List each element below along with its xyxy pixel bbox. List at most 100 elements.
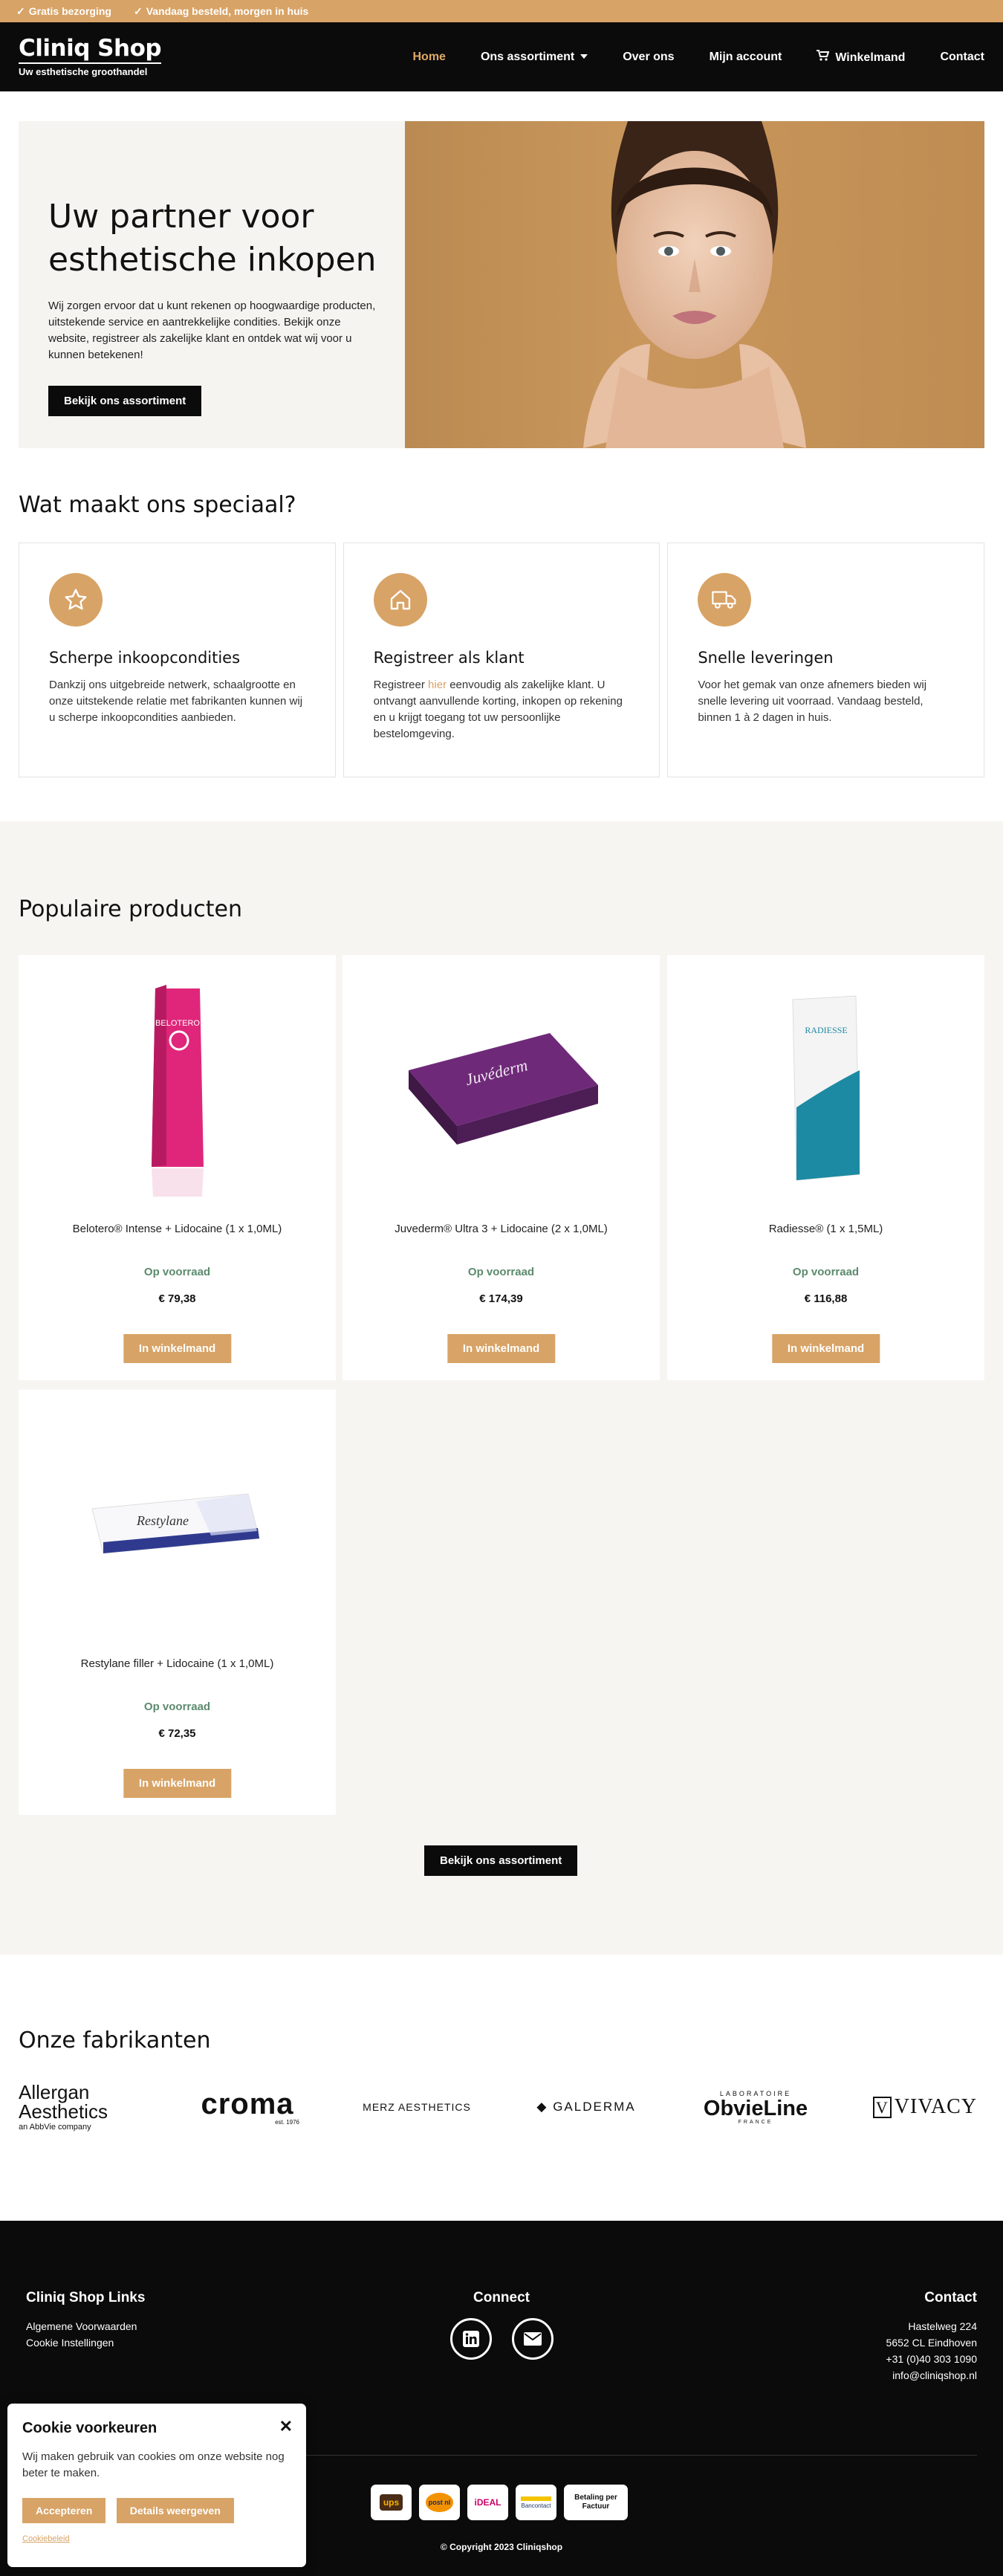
usp-free-delivery: ✓ Gratis bezorging: [16, 4, 111, 17]
checkmark-icon: ✓: [16, 4, 25, 17]
truck-icon: [698, 573, 752, 627]
cookie-text: Wij maken gebruik van cookies om onze we…: [22, 2450, 285, 2479]
cookie-consent-banner: Cookie voorkeuren ✕ Wij maken gebruik va…: [7, 2404, 306, 2567]
product-name[interactable]: Radiesse® (1 x 1,5ML): [667, 1223, 984, 1235]
payment-methods: ups post nl iDEAL Bancontact Betaling pe…: [371, 2485, 628, 2520]
nav-mijn-account[interactable]: Mijn account: [710, 51, 782, 64]
product-card[interactable]: Restylane Restylane filler + Lidocaine (…: [19, 1390, 336, 1815]
nav-over-ons[interactable]: Over ons: [623, 51, 674, 64]
popular-products-section: Populaire producten BELOTERO Belotero® I…: [0, 821, 1003, 1955]
product-card[interactable]: Juvéderm Juvederm® Ultra 3 + Lidocaine (…: [343, 955, 660, 1380]
ups-logo: ups: [371, 2485, 412, 2520]
logo-merz[interactable]: MERZ AESTHETICS: [357, 2101, 476, 2113]
svg-text:Restylane: Restylane: [136, 1513, 189, 1528]
footer-contact-column: Contact Hastelweg 224 5652 CL Eindhoven …: [886, 2290, 977, 2384]
footer-connect-column: Connect: [442, 2290, 561, 2360]
star-icon: [49, 573, 103, 627]
hero-title: Uw partner voor esthetische inkopen: [48, 198, 377, 279]
model-face-illustration: [583, 121, 806, 448]
product-image[interactable]: RADIESSE: [707, 977, 945, 1200]
add-to-cart-button[interactable]: In winkelmand: [771, 1334, 880, 1363]
invoice-payment-logo: Betaling per Factuur: [564, 2485, 628, 2520]
svg-text:BELOTERO: BELOTERO: [155, 1019, 200, 1028]
product-image[interactable]: Restylane: [59, 1412, 296, 1635]
stock-status: Op voorraad: [143, 1700, 211, 1713]
logo-allergan[interactable]: Allergan Aesthetics an AbbVie company: [19, 2083, 137, 2132]
house-icon: [373, 573, 427, 627]
contact-street: Hastelweg 224: [908, 2320, 977, 2332]
vivacy-mark-icon: V: [872, 2097, 892, 2118]
logo-vivacy[interactable]: V VIVACY: [866, 2095, 984, 2119]
product-price: € 79,38: [158, 1292, 196, 1305]
nav-assortiment[interactable]: Ons assortiment: [481, 51, 588, 64]
product-image[interactable]: BELOTERO: [59, 977, 296, 1200]
terms-link[interactable]: Algemene Voorwaarden: [26, 2318, 145, 2334]
cookie-details-button[interactable]: Details weergeven: [116, 2498, 234, 2523]
product-card[interactable]: RADIESSE Radiesse® (1 x 1,5ML) Op voorra…: [667, 955, 984, 1380]
cookie-policy-link[interactable]: Cookiebeleid: [22, 2534, 291, 2543]
popular-heading: Populaire producten: [19, 896, 243, 922]
nav-winkelmand[interactable]: Winkelmand: [817, 49, 905, 65]
feature-text: Dankzij ons uitgebreide netwerk, schaalg…: [49, 679, 303, 724]
feature-text: Voor het gemak van onze afnemers bieden …: [698, 679, 927, 724]
product-price: € 174,39: [479, 1292, 523, 1305]
add-to-cart-button[interactable]: In winkelmand: [123, 1769, 232, 1798]
footer-connect-title: Connect: [473, 2290, 530, 2305]
product-price: € 116,88: [804, 1292, 848, 1305]
contact-phone[interactable]: +31 (0)40 303 1090: [886, 2351, 977, 2367]
stock-status: Op voorraad: [467, 1266, 535, 1278]
bancontact-logo: Bancontact: [516, 2485, 556, 2520]
manufacturer-logos: Allergan Aesthetics an AbbVie company cr…: [19, 2074, 984, 2140]
hero-description: Wij zorgen ervoor dat u kunt rekenen op …: [48, 300, 376, 361]
contact-city: 5652 CL Eindhoven: [886, 2337, 977, 2349]
footer-contact-title: Contact: [924, 2290, 977, 2305]
nav-contact[interactable]: Contact: [940, 51, 984, 64]
features-row: Scherpe inkoopcondities Dankzij ons uitg…: [19, 543, 985, 777]
hero-model-image: [405, 121, 984, 448]
feature-text: Registreer hier eenvoudig als zakelijke …: [373, 679, 623, 740]
hero-section: Uw partner voor esthetische inkopen Wij …: [19, 121, 984, 448]
email-icon[interactable]: [511, 2318, 554, 2360]
manufacturers-heading: Onze fabrikanten: [19, 2028, 211, 2054]
special-heading: Wat maakt ons speciaal?: [19, 492, 296, 518]
register-link[interactable]: hier: [428, 679, 447, 691]
usp-next-day: ✓ Vandaag besteld, morgen in huis: [133, 4, 309, 17]
product-card[interactable]: BELOTERO Belotero® Intense + Lidocaine (…: [19, 955, 336, 1380]
chevron-down-icon: [580, 54, 588, 59]
hero-cta-button[interactable]: Bekijk ons assortiment: [48, 386, 202, 416]
logo-croma[interactable]: croma est. 1976: [188, 2089, 307, 2126]
add-to-cart-button[interactable]: In winkelmand: [123, 1334, 232, 1363]
cookie-title: Cookie voorkeuren: [22, 2420, 158, 2436]
stock-status: Op voorraad: [792, 1266, 860, 1278]
checkmark-icon: ✓: [133, 4, 143, 17]
product-name[interactable]: Restylane filler + Lidocaine (1 x 1,0ML): [19, 1657, 336, 1670]
feature-card: Scherpe inkoopcondities Dankzij ons uitg…: [19, 543, 336, 777]
feature-title: Registreer als klant: [373, 649, 525, 667]
site-logo[interactable]: Cliniq Shop Uw esthetische groothandel: [19, 35, 162, 77]
logo-obvieline[interactable]: LABORATOIRE ObvieLine FRANCE: [696, 2090, 815, 2125]
nav-home[interactable]: Home: [412, 51, 445, 64]
postnl-logo: post nl: [419, 2485, 460, 2520]
view-assortment-button[interactable]: Bekijk ons assortiment: [424, 1845, 578, 1876]
top-announcement-bar: ✓ Gratis bezorging ✓ Vandaag besteld, morg…: [0, 0, 1003, 22]
ideal-logo: iDEAL: [467, 2485, 508, 2520]
product-image[interactable]: Juvéderm: [383, 977, 620, 1200]
product-name[interactable]: Belotero® Intense + Lidocaine (1 x 1,0ML…: [19, 1223, 336, 1235]
close-icon[interactable]: ✕: [279, 2417, 293, 2436]
stock-status: Op voorraad: [143, 1266, 211, 1278]
logo-tagline: Uw esthetische groothandel: [19, 66, 148, 77]
galderma-mark-icon: ◆: [536, 2100, 554, 2114]
feature-card: Registreer als klant Registreer hier een…: [343, 543, 660, 777]
cookie-settings-link[interactable]: Cookie Instellingen: [26, 2334, 145, 2351]
linkedin-icon[interactable]: [449, 2318, 492, 2360]
contact-email[interactable]: info@cliniqshop.nl: [886, 2367, 977, 2384]
logo-galderma[interactable]: ◆ GALDERMA: [527, 2100, 646, 2114]
footer-links-title: Cliniq Shop Links: [26, 2290, 146, 2305]
accept-cookies-button[interactable]: Accepteren: [22, 2498, 106, 2523]
hero-text: Uw partner voor esthetische inkopen Wij …: [48, 195, 383, 416]
product-price: € 72,35: [158, 1727, 196, 1740]
add-to-cart-button[interactable]: In winkelmand: [447, 1334, 556, 1363]
feature-card: Snelle leveringen Voor het gemak van onz…: [667, 543, 985, 777]
feature-title: Snelle leveringen: [698, 649, 834, 667]
product-name[interactable]: Juvederm® Ultra 3 + Lidocaine (2 x 1,0ML…: [343, 1223, 660, 1235]
